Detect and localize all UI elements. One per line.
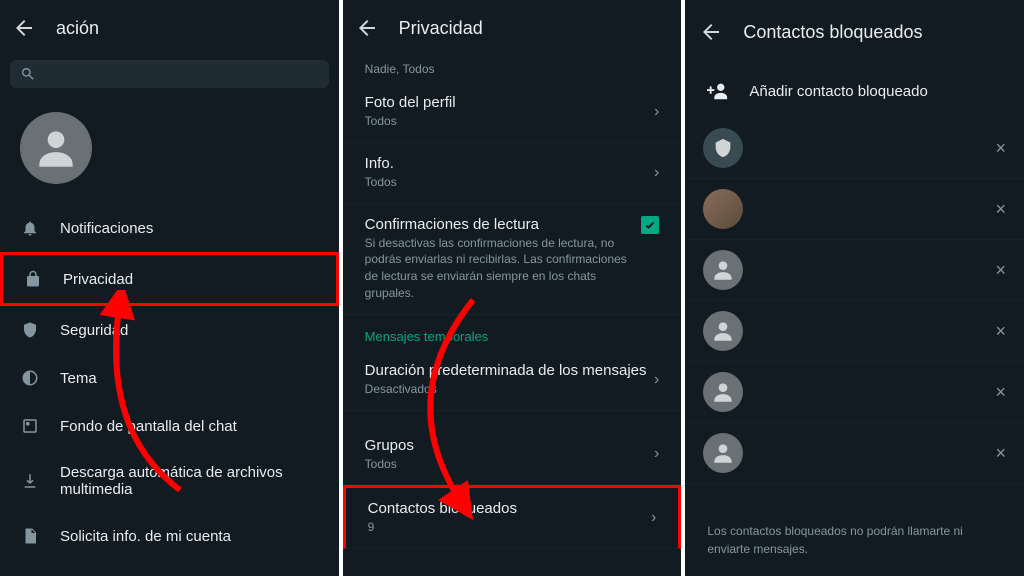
document-icon xyxy=(20,526,40,546)
blocked-contact-row[interactable]: × xyxy=(685,240,1024,301)
back-arrow-icon[interactable] xyxy=(12,16,36,40)
person-add-icon xyxy=(707,80,729,102)
menu-security[interactable]: Seguridad xyxy=(0,306,339,354)
blocked-contact-row[interactable]: × xyxy=(685,118,1024,179)
section-temporal-messages: Mensajes temporales xyxy=(343,315,682,350)
item-sub: Todos xyxy=(365,456,654,473)
menu-label: Seguridad xyxy=(60,322,128,339)
settings-panel: ación Notificaciones Privacidad Segurida… xyxy=(0,0,339,576)
remove-icon[interactable]: × xyxy=(996,443,1007,464)
profile-section[interactable] xyxy=(0,98,339,204)
item-read-receipts[interactable]: Confirmaciones de lectura Si desactivas … xyxy=(343,204,682,315)
bell-icon xyxy=(20,218,40,238)
menu-request-info[interactable]: Solicita info. de mi cuenta xyxy=(0,512,339,560)
chevron-right-icon: › xyxy=(654,103,659,121)
theme-icon xyxy=(20,368,40,388)
menu-label: Fondo de pantalla del chat xyxy=(60,418,237,435)
blocked-contact-row[interactable]: × xyxy=(685,179,1024,240)
item-sub: Todos xyxy=(365,113,654,130)
item-sub: Todos xyxy=(365,174,654,191)
page-title: Privacidad xyxy=(399,18,483,39)
menu-label: Privacidad xyxy=(63,271,133,288)
item-sub: Desactivados xyxy=(365,381,654,398)
item-title: Info. xyxy=(365,155,654,172)
page-title: Contactos bloqueados xyxy=(743,22,922,43)
menu-privacy[interactable]: Privacidad xyxy=(0,252,339,306)
checkbox-checked-icon[interactable] xyxy=(641,216,659,234)
menu-label: Tema xyxy=(60,370,97,387)
download-icon xyxy=(20,471,40,491)
remove-icon[interactable]: × xyxy=(996,138,1007,159)
item-title: Foto del perfil xyxy=(365,94,654,111)
item-groups[interactable]: Grupos Todos › xyxy=(343,425,682,486)
item-title: Contactos bloqueados xyxy=(368,500,651,517)
menu-label: Solicita info. de mi cuenta xyxy=(60,528,231,545)
page-title: ación xyxy=(56,18,99,39)
back-arrow-icon[interactable] xyxy=(355,16,379,40)
top-subtext: Nadie, Todos xyxy=(343,56,682,82)
menu-label: Descarga automática de archivos multimed… xyxy=(60,464,319,498)
menu-label: Notificaciones xyxy=(60,220,153,237)
add-label: Añadir contacto bloqueado xyxy=(749,83,927,100)
contact-avatar xyxy=(703,250,743,290)
item-profile-photo[interactable]: Foto del perfil Todos › xyxy=(343,82,682,143)
contact-avatar xyxy=(703,128,743,168)
item-sub: 9 xyxy=(368,519,651,536)
search-bar[interactable] xyxy=(10,60,329,88)
menu-theme[interactable]: Tema xyxy=(0,354,339,402)
footer-note: Los contactos bloqueados no podrán llama… xyxy=(685,504,1024,576)
blocked-contact-row[interactable]: × xyxy=(685,362,1024,423)
contact-avatar xyxy=(703,189,743,229)
item-default-duration[interactable]: Duración predeterminada de los mensajes … xyxy=(343,350,682,411)
menu-media-download[interactable]: Descarga automática de archivos multimed… xyxy=(0,450,339,512)
lock-icon xyxy=(23,269,43,289)
blocked-contacts-panel: Contactos bloqueados Añadir contacto blo… xyxy=(685,0,1024,576)
item-info[interactable]: Info. Todos › xyxy=(343,143,682,204)
menu-notifications[interactable]: Notificaciones xyxy=(0,204,339,252)
search-icon xyxy=(20,66,36,82)
contact-avatar xyxy=(703,372,743,412)
remove-icon[interactable]: × xyxy=(996,199,1007,220)
blocked-contact-row[interactable]: × xyxy=(685,423,1024,484)
chevron-right-icon: › xyxy=(654,371,659,389)
wallpaper-icon xyxy=(20,416,40,436)
menu-wallpaper[interactable]: Fondo de pantalla del chat xyxy=(0,402,339,450)
item-sub: Si desactivas las confirmaciones de lect… xyxy=(365,235,642,302)
chevron-right-icon: › xyxy=(654,445,659,463)
privacy-panel: Privacidad Nadie, Todos Foto del perfil … xyxy=(343,0,682,576)
header: Privacidad xyxy=(343,0,682,56)
contact-avatar xyxy=(703,311,743,351)
remove-icon[interactable]: × xyxy=(996,321,1007,342)
header: Contactos bloqueados xyxy=(685,0,1024,64)
back-arrow-icon[interactable] xyxy=(699,20,723,44)
remove-icon[interactable]: × xyxy=(996,260,1007,281)
item-title: Duración predeterminada de los mensajes xyxy=(365,362,654,379)
avatar xyxy=(20,112,92,184)
item-blocked-contacts[interactable]: Contactos bloqueados 9 › xyxy=(343,485,682,549)
shield-icon xyxy=(20,320,40,340)
search-input[interactable] xyxy=(46,67,319,82)
item-title: Confirmaciones de lectura xyxy=(365,216,642,233)
add-blocked-contact[interactable]: Añadir contacto bloqueado xyxy=(685,64,1024,118)
item-title: Grupos xyxy=(365,437,654,454)
header: ación xyxy=(0,0,339,56)
contact-avatar xyxy=(703,433,743,473)
remove-icon[interactable]: × xyxy=(996,382,1007,403)
chevron-right-icon: › xyxy=(651,509,656,527)
chevron-right-icon: › xyxy=(654,164,659,182)
blocked-contact-row[interactable]: × xyxy=(685,301,1024,362)
